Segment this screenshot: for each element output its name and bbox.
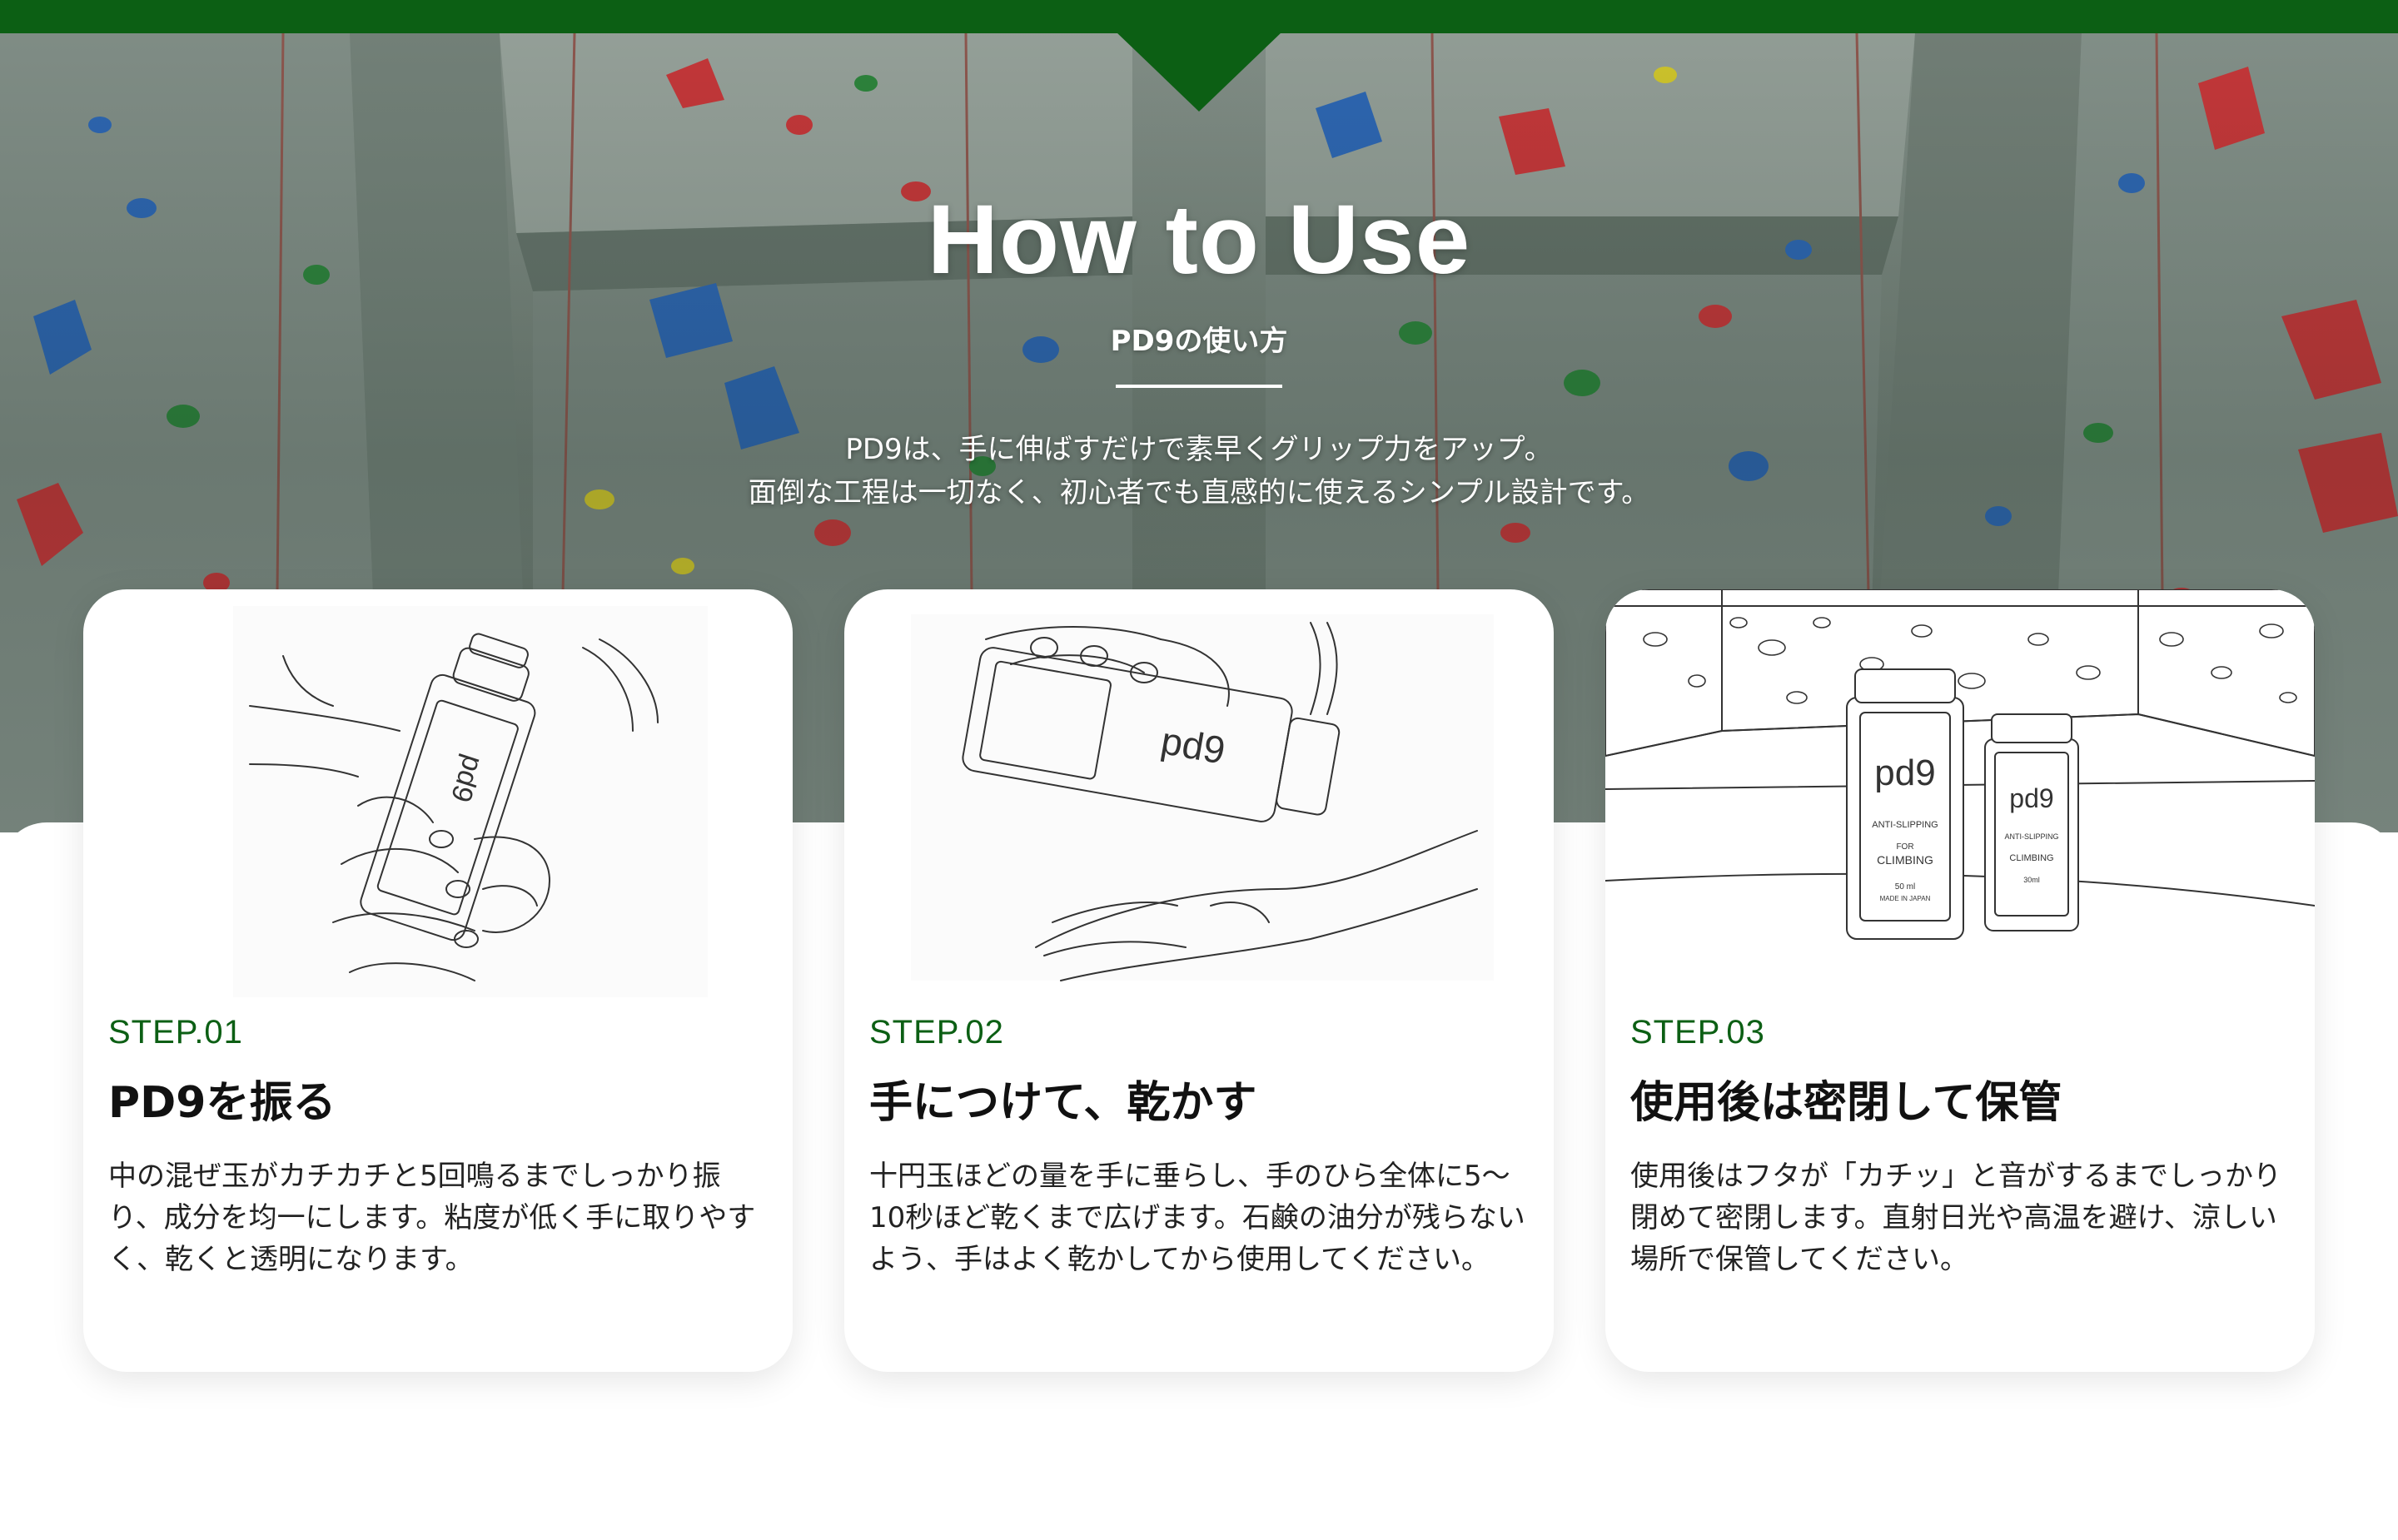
- section-description: PD9は、手に伸ばすだけで素早くグリップ力をアップ。 面倒な工程は一切なく、初心…: [0, 428, 2398, 514]
- step-title: 使用後は密閉して保管: [1630, 1078, 2062, 1128]
- step-card-1: pd9 STEP.01 PD9を振る 中の混ぜ玉がカチカチと5回鳴るまでしっかり…: [83, 589, 793, 1372]
- svg-text:ANTI-SLIPPING: ANTI-SLIPPING: [1872, 820, 1938, 830]
- svg-text:pd9: pd9: [2009, 783, 2053, 813]
- section-subtitle: PD9の使い方: [1110, 325, 1288, 358]
- svg-text:ANTI-SLIPPING: ANTI-SLIPPING: [2004, 832, 2058, 841]
- svg-text:30ml: 30ml: [2023, 876, 2040, 884]
- step-1-illustration: pd9: [83, 589, 793, 1006]
- step-number: STEP.01: [108, 1014, 243, 1051]
- step-description: 使用後はフタが「カチッ」と音がするまでしっかり閉めて密閉します。直射日光や高温を…: [1630, 1160, 2281, 1276]
- title-divider: [1116, 385, 1282, 388]
- section-title: How to Use: [927, 185, 1471, 295]
- description-line-1: PD9は、手に伸ばすだけで素早くグリップ力をアップ。: [845, 433, 1553, 466]
- svg-text:50 ml: 50 ml: [1895, 882, 1915, 892]
- svg-text:CLIMBING: CLIMBING: [2009, 853, 2053, 863]
- step-2-illustration: pd9: [844, 589, 1554, 1006]
- top-bar-notch: [1116, 32, 1282, 112]
- step-title: PD9を振る: [108, 1078, 336, 1128]
- svg-text:CLIMBING: CLIMBING: [1877, 853, 1933, 867]
- step-number: STEP.03: [1630, 1014, 1765, 1051]
- step-3-illustration: pd9 ANTI-SLIPPING FOR CLIMBING 50 ml MAD…: [1605, 589, 2315, 1006]
- description-line-2: 面倒な工程は一切なく、初心者でも直感的に使えるシンプル設計です。: [748, 476, 1650, 509]
- step-card-2: pd9 STEP.02 手につけて、乾かす 十円玉ほどの量を手に垂らし、手のひら…: [844, 589, 1554, 1372]
- step-description: 十円玉ほどの量を手に垂らし、手のひら全体に5〜10秒ほど乾くまで広げます。石鹸の…: [869, 1160, 1525, 1276]
- top-bar: [0, 0, 2398, 33]
- step-number: STEP.02: [869, 1014, 1004, 1051]
- step-description: 中の混ぜ玉がカチカチと5回鳴るまでしっかり振り、成分を均一にします。粘度が低く手…: [108, 1160, 756, 1276]
- step-card-3: pd9 ANTI-SLIPPING FOR CLIMBING 50 ml MAD…: [1605, 589, 2315, 1372]
- step-title: 手につけて、乾かす: [869, 1078, 1257, 1128]
- svg-text:pd9: pd9: [1874, 753, 1935, 793]
- svg-text:FOR: FOR: [1896, 842, 1913, 852]
- svg-text:MADE IN JAPAN: MADE IN JAPAN: [1880, 895, 1931, 902]
